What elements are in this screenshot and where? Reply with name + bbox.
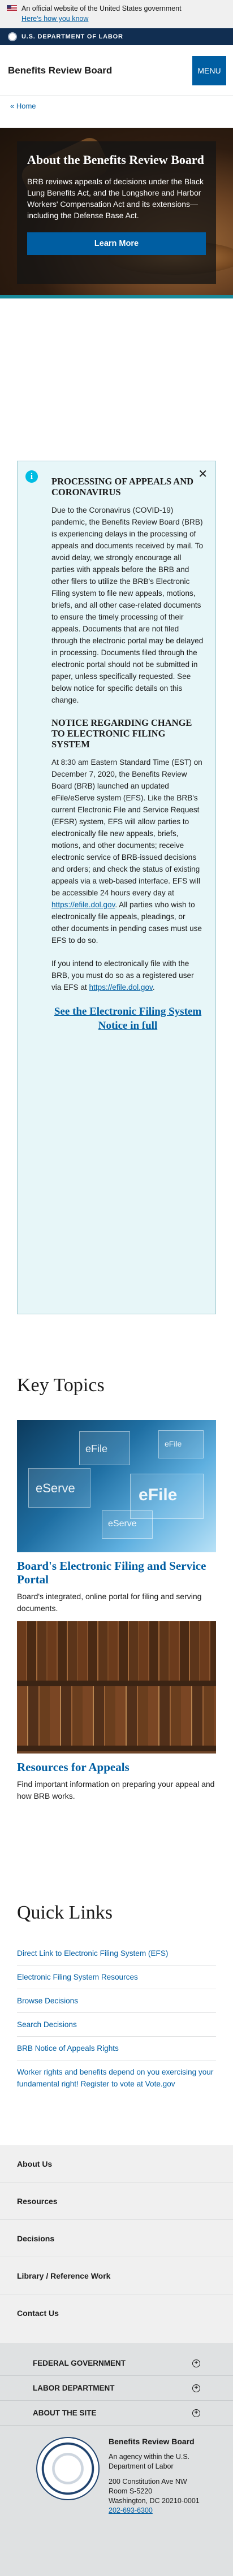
- close-alert-icon[interactable]: ✕: [198, 467, 208, 481]
- org-description: An agency within the U.S. Department of …: [109, 2453, 190, 2470]
- menu-button[interactable]: MENU: [192, 55, 226, 85]
- efs-notice-link[interactable]: See the Electronic Filing System Notice …: [51, 1005, 204, 1033]
- accordion-labor-department[interactable]: LABOR DEPARTMENT +: [0, 2376, 233, 2401]
- efile-tile-small: eFile: [158, 1430, 204, 1458]
- address-line-2: Room S-5220: [109, 2487, 153, 2495]
- breadcrumb: « Home: [0, 96, 233, 128]
- hero-card: About the Benefits Review Board BRB revi…: [17, 141, 216, 284]
- dol-seal-logo[interactable]: [36, 2437, 100, 2500]
- quick-link-vote[interactable]: Worker rights and benefits depend on you…: [17, 2068, 213, 2088]
- topic-card-efile[interactable]: eFile eServe eFile eServe eFile Board's …: [17, 1420, 216, 1614]
- alert-paragraph-register: If you intend to electronically file wit…: [51, 959, 194, 992]
- quick-links-title: Quick Links: [17, 1902, 113, 1923]
- efile-link[interactable]: https://efile.dol.gov: [51, 900, 115, 909]
- list-item: Electronic Filing System Resources: [17, 1965, 216, 1989]
- list-item: Search Decisions: [17, 2013, 216, 2037]
- quick-link-efs[interactable]: Direct Link to Electronic Filing System …: [17, 1949, 168, 1958]
- alert-heading-notice: NOTICE REGARDING CHANGE TO ELECTRONIC FI…: [51, 717, 192, 750]
- quick-link-appeal-rights[interactable]: BRB Notice of Appeals Rights: [17, 2044, 119, 2053]
- quick-links-list: Direct Link to Electronic Filing System …: [17, 1942, 216, 2096]
- hero-body: BRB reviews appeals of decisions under t…: [27, 177, 204, 220]
- dol-footer: FEDERAL GOVERNMENT + LABOR DEPARTMENT + …: [0, 2343, 233, 2576]
- agency-bar[interactable]: U.S. DEPARTMENT OF LABOR: [0, 28, 233, 45]
- list-item: BRB Notice of Appeals Rights: [17, 2037, 216, 2060]
- info-icon: i: [25, 470, 38, 483]
- accordion-label: ABOUT THE SITE: [33, 2409, 97, 2417]
- hero-banner: About the Benefits Review Board BRB revi…: [0, 128, 233, 295]
- alert-heading-processing: PROCESSING OF APPEALS AND CORONAVIRUS: [51, 476, 194, 497]
- hero-divider: [0, 295, 233, 298]
- footer-link-about[interactable]: About Us: [0, 2145, 233, 2183]
- accordion-label: FEDERAL GOVERNMENT: [33, 2359, 126, 2367]
- dol-info: Benefits Review Board An agency within t…: [0, 2426, 233, 2516]
- list-item: Direct Link to Electronic Filing System …: [17, 1942, 216, 1965]
- eserve-tile: eServe: [28, 1468, 90, 1508]
- efile-register-link[interactable]: https://efile.dol.gov: [89, 983, 152, 992]
- phone-link[interactable]: 202-693-6300: [109, 2506, 153, 2514]
- topic-desc-efile: Board's integrated, online portal for fi…: [17, 1592, 202, 1613]
- quick-link-efs-resources[interactable]: Electronic Filing System Resources: [17, 1973, 138, 1981]
- topic-card-resources[interactable]: Resources for Appeals Find important inf…: [17, 1621, 216, 1802]
- alert-paragraph-processing: Due to the Coronavirus (COVID-19) pandem…: [51, 506, 204, 704]
- org-name: Benefits Review Board: [109, 2437, 195, 2446]
- agency-name[interactable]: U.S. DEPARTMENT OF LABOR: [21, 33, 123, 40]
- footer-nav: About Us Resources Decisions Library / R…: [0, 2145, 233, 2343]
- footer-link-contact[interactable]: Contact Us: [0, 2294, 233, 2332]
- plus-icon: +: [192, 2359, 200, 2367]
- footer-link-resources[interactable]: Resources: [0, 2183, 233, 2220]
- accordion-about-the-site[interactable]: ABOUT THE SITE +: [0, 2401, 233, 2426]
- hero-title: About the Benefits Review Board: [27, 153, 204, 167]
- efile-tile: eFile: [79, 1431, 130, 1465]
- us-flag-icon: [7, 5, 17, 12]
- plus-icon: +: [192, 2409, 200, 2417]
- covid-alert: i ✕ PROCESSING OF APPEALS AND CORONAVIRU…: [17, 461, 216, 1314]
- list-item: Worker rights and benefits depend on you…: [17, 2060, 216, 2096]
- dol-contact-block: Benefits Review Board An agency within t…: [109, 2437, 222, 2516]
- topic-title-efile[interactable]: Board's Electronic Filing and Service Po…: [17, 1559, 216, 1586]
- quick-link-browse-decisions[interactable]: Browse Decisions: [17, 1997, 78, 2005]
- efile-eserve-image: eFile eServe eFile eServe eFile: [17, 1420, 216, 1552]
- law-books-image: [17, 1621, 216, 1754]
- footer-link-decisions[interactable]: Decisions: [0, 2220, 233, 2257]
- how-you-know-link[interactable]: Here's how you know: [21, 15, 226, 23]
- site-title[interactable]: Benefits Review Board: [8, 65, 112, 76]
- site-header: Benefits Review Board MENU: [0, 45, 233, 96]
- accordion-label: LABOR DEPARTMENT: [33, 2384, 115, 2392]
- breadcrumb-home-link[interactable]: « Home: [10, 102, 36, 110]
- key-topics-title: Key Topics: [17, 1375, 105, 1396]
- topic-title-resources[interactable]: Resources for Appeals: [17, 1760, 216, 1774]
- footer-link-library[interactable]: Library / Reference Work: [0, 2257, 233, 2294]
- alert-paragraph-notice: At 8:30 am Eastern Standard Time (EST) o…: [51, 758, 202, 945]
- dol-seal-icon: [8, 32, 17, 41]
- gov-banner: An official website of the United States…: [0, 0, 233, 28]
- topic-desc-resources: Find important information on preparing …: [17, 1780, 215, 1800]
- quick-link-search-decisions[interactable]: Search Decisions: [17, 2020, 77, 2029]
- gov-banner-text: An official website of the United States…: [21, 5, 182, 12]
- address-line-3: Washington, DC 20210-0001: [109, 2497, 200, 2505]
- address-line-1: 200 Constitution Ave NW: [109, 2478, 187, 2486]
- accordion-federal-government[interactable]: FEDERAL GOVERNMENT +: [0, 2351, 233, 2376]
- learn-more-button[interactable]: Learn More: [27, 232, 206, 255]
- eserve-tile-small: eServe: [102, 1510, 153, 1539]
- list-item: Browse Decisions: [17, 1989, 216, 2013]
- plus-icon: +: [192, 2384, 200, 2392]
